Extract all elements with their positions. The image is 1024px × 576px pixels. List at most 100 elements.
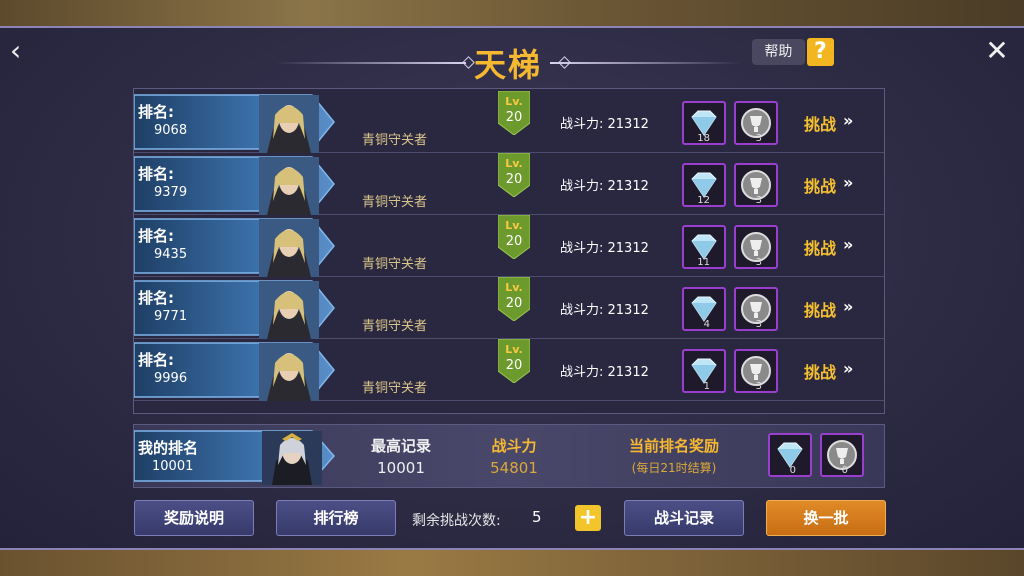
opponent-avatar xyxy=(259,95,319,153)
rank-value: 9379 xyxy=(154,185,188,200)
rank-tag: 排名: 9068 xyxy=(134,93,339,153)
level-value: 20 xyxy=(505,172,523,187)
rank-label: 排名: xyxy=(138,289,174,307)
opponent-name: 青铜守关者 xyxy=(362,195,428,210)
diamond-reward-slot[interactable]: 12 xyxy=(682,163,726,207)
trophy-reward-slot[interactable]: 3 xyxy=(734,101,778,145)
rank-value: 9996 xyxy=(154,371,188,386)
double-chevron-right-icon[interactable]: » xyxy=(843,235,853,254)
my-rank-value: 10001 xyxy=(152,459,194,474)
refresh-button[interactable]: 换一批 xyxy=(766,500,886,536)
trophy-count: 3 xyxy=(755,381,762,392)
trophy-reward-slot[interactable]: 3 xyxy=(734,349,778,393)
my-rank-tag: 我的排名 10001 xyxy=(134,427,339,485)
diamond-reward-slot[interactable]: 11 xyxy=(682,225,726,269)
level-value: 20 xyxy=(505,110,523,125)
opponent-avatar xyxy=(259,219,319,277)
trophy-count: 3 xyxy=(755,319,762,330)
remain-label: 剩余挑战次数: xyxy=(412,513,501,529)
double-chevron-right-icon[interactable]: » xyxy=(843,359,853,378)
rank-value: 9068 xyxy=(154,123,188,138)
trophy-count: 3 xyxy=(755,195,762,206)
level-value: 20 xyxy=(505,234,523,249)
diamond-count: 1 xyxy=(703,381,710,392)
diamond-count: 11 xyxy=(697,257,710,268)
battle-log-button[interactable]: 战斗记录 xyxy=(624,500,744,536)
leaderboard-button[interactable]: 排行榜 xyxy=(276,500,396,536)
best-record-label: 最高记录 xyxy=(370,437,431,455)
help-label: 帮助 xyxy=(752,39,805,65)
reward-desc-button[interactable]: 奖励说明 xyxy=(134,500,254,536)
remain-value: 5 xyxy=(532,508,542,526)
reward-label: 当前排名奖励 xyxy=(628,437,719,455)
power-value: 战斗力: 21312 xyxy=(560,117,649,132)
challenge-button[interactable]: 挑战 xyxy=(804,359,836,383)
level-label: Lv. xyxy=(505,281,523,294)
level-label: Lv. xyxy=(505,219,523,232)
rank-tag: 排名: 9996 xyxy=(134,341,339,401)
diamond-count: 12 xyxy=(697,195,710,206)
power-value: 战斗力: 21312 xyxy=(560,241,649,256)
diamond-reward-slot[interactable]: 1 xyxy=(682,349,726,393)
rank-tag: 排名: 9771 xyxy=(134,279,339,339)
trophy-reward-slot[interactable]: 3 xyxy=(734,225,778,269)
level-label: Lv. xyxy=(505,157,523,170)
reward-diamond-count: 0 xyxy=(789,465,796,476)
my-rank-row: 我的排名 10001 最高记录 10001 战斗力 54801 当前排名奖励 (… xyxy=(133,424,885,488)
opponent-row: 排名: 9435 青铜守关者 Lv. 20 战斗力: 21312 11 3 挑战… xyxy=(134,214,884,277)
challenge-button[interactable]: 挑战 xyxy=(804,235,836,259)
power-value: 战斗力: 21312 xyxy=(560,303,649,318)
reward-diamond-slot[interactable]: 0 xyxy=(768,433,812,477)
level-value: 20 xyxy=(505,296,523,311)
rank-tag: 排名: 9379 xyxy=(134,155,339,215)
opponent-list: 排名: 9068 青铜守关者 Lv. 20 战斗力: 21312 18 3 挑战… xyxy=(133,88,885,414)
power-value: 战斗力: 21312 xyxy=(560,365,649,380)
level-label: Lv. xyxy=(505,343,523,356)
level-value: 20 xyxy=(505,358,523,373)
help-button[interactable]: 帮助 ? xyxy=(752,38,834,66)
back-button[interactable]: ‹ xyxy=(10,36,34,66)
level-badge: Lv. 20 xyxy=(497,214,531,260)
opponent-name: 青铜守关者 xyxy=(362,133,428,148)
level-badge: Lv. 20 xyxy=(497,152,531,198)
level-badge: Lv. 20 xyxy=(497,338,531,384)
level-label: Lv. xyxy=(505,95,523,108)
double-chevron-right-icon[interactable]: » xyxy=(843,111,853,130)
reward-trophy-count: 0 xyxy=(841,465,848,476)
opponent-name: 青铜守关者 xyxy=(362,257,428,272)
rank-label: 排名: xyxy=(138,165,174,183)
opponent-avatar xyxy=(259,157,319,215)
add-attempts-button[interactable]: + xyxy=(575,505,601,531)
rank-label: 排名: xyxy=(138,227,174,245)
level-badge: Lv. 20 xyxy=(497,90,531,136)
diamond-reward-slot[interactable]: 18 xyxy=(682,101,726,145)
my-power-label: 战斗力 xyxy=(491,437,537,455)
page-title: 天梯 xyxy=(473,46,542,84)
opponent-row: 排名: 9379 青铜守关者 Lv. 20 战斗力: 21312 12 3 挑战… xyxy=(134,152,884,215)
double-chevron-right-icon[interactable]: » xyxy=(843,173,853,192)
challenge-button[interactable]: 挑战 xyxy=(804,111,836,135)
reward-trophy-slot[interactable]: 0 xyxy=(820,433,864,477)
rank-tag: 排名: 9435 xyxy=(134,217,339,277)
title-bar: 天梯 xyxy=(276,40,740,84)
trophy-reward-slot[interactable]: 3 xyxy=(734,163,778,207)
rank-label: 排名: xyxy=(138,103,174,121)
opponent-name: 青铜守关者 xyxy=(362,381,428,396)
opponent-row: 排名: 9771 青铜守关者 Lv. 20 战斗力: 21312 4 3 挑战 … xyxy=(134,276,884,339)
trophy-reward-slot[interactable]: 3 xyxy=(734,287,778,331)
my-rank-label: 我的排名 xyxy=(138,439,199,457)
challenge-button[interactable]: 挑战 xyxy=(804,173,836,197)
my-power-value: 54801 xyxy=(490,459,538,477)
trophy-count: 3 xyxy=(755,257,762,268)
challenge-button[interactable]: 挑战 xyxy=(804,297,836,321)
diamond-count: 18 xyxy=(697,133,710,144)
question-icon: ? xyxy=(806,38,834,66)
opponent-row: 排名: 9996 青铜守关者 Lv. 20 战斗力: 21312 1 3 挑战 … xyxy=(134,338,884,401)
diamond-count: 4 xyxy=(703,319,710,330)
diamond-reward-slot[interactable]: 4 xyxy=(682,287,726,331)
double-chevron-right-icon[interactable]: » xyxy=(843,297,853,316)
close-button[interactable]: ✕ xyxy=(984,36,1010,66)
rank-value: 9771 xyxy=(154,309,188,324)
rank-label: 排名: xyxy=(138,351,174,369)
opponent-row: 排名: 9068 青铜守关者 Lv. 20 战斗力: 21312 18 3 挑战… xyxy=(134,90,884,153)
